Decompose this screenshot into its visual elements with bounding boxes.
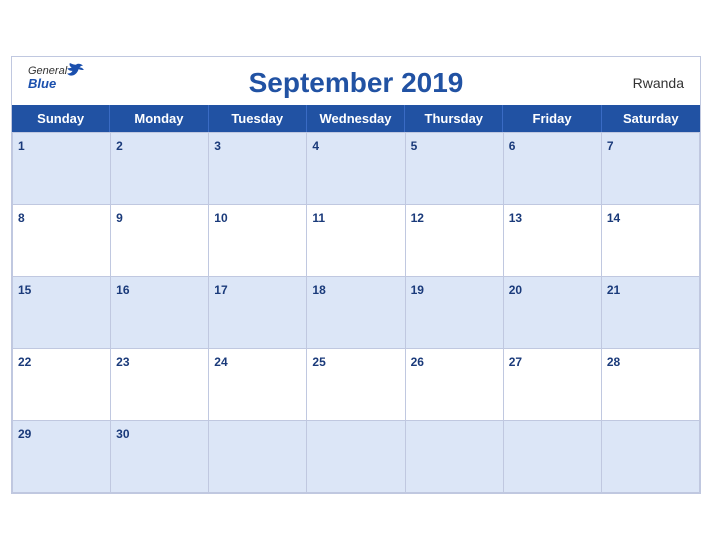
calendar-cell: 24 — [209, 349, 307, 421]
calendar: General Blue September 2019 Rwanda Sunda… — [11, 56, 701, 494]
calendar-cell: 7 — [602, 133, 700, 205]
calendar-cell: 16 — [111, 277, 209, 349]
day-header-friday: Friday — [503, 105, 601, 132]
cell-date-number: 26 — [411, 355, 424, 369]
calendar-cell: 21 — [602, 277, 700, 349]
calendar-grid: 1234567891011121314151617181920212223242… — [12, 132, 700, 493]
cell-date-number: 12 — [411, 211, 424, 225]
calendar-cell — [602, 421, 700, 493]
cell-date-number: 28 — [607, 355, 620, 369]
calendar-cell: 15 — [13, 277, 111, 349]
calendar-cell: 23 — [111, 349, 209, 421]
cell-date-number: 5 — [411, 139, 418, 153]
calendar-cell: 29 — [13, 421, 111, 493]
calendar-cell: 10 — [209, 205, 307, 277]
cell-date-number: 4 — [312, 139, 319, 153]
cell-date-number: 19 — [411, 283, 424, 297]
calendar-cell: 18 — [307, 277, 405, 349]
brand-bird-icon — [67, 63, 85, 77]
calendar-cell: 30 — [111, 421, 209, 493]
cell-date-number: 25 — [312, 355, 325, 369]
calendar-cell: 13 — [504, 205, 602, 277]
cell-date-number: 3 — [214, 139, 221, 153]
day-header-tuesday: Tuesday — [209, 105, 307, 132]
calendar-cell: 8 — [13, 205, 111, 277]
cell-date-number: 21 — [607, 283, 620, 297]
calendar-cell: 25 — [307, 349, 405, 421]
cell-date-number: 7 — [607, 139, 614, 153]
calendar-cell: 20 — [504, 277, 602, 349]
day-header-thursday: Thursday — [405, 105, 503, 132]
calendar-cell — [504, 421, 602, 493]
brand-logo: General Blue — [28, 65, 85, 91]
calendar-cell: 28 — [602, 349, 700, 421]
cell-date-number: 18 — [312, 283, 325, 297]
calendar-cell: 12 — [406, 205, 504, 277]
cell-date-number: 2 — [116, 139, 123, 153]
calendar-cell: 1 — [13, 133, 111, 205]
cell-date-number: 8 — [18, 211, 25, 225]
calendar-cell: 14 — [602, 205, 700, 277]
calendar-cell: 17 — [209, 277, 307, 349]
day-header-saturday: Saturday — [602, 105, 700, 132]
calendar-cell: 9 — [111, 205, 209, 277]
cell-date-number: 23 — [116, 355, 129, 369]
calendar-cell: 19 — [406, 277, 504, 349]
day-header-wednesday: Wednesday — [307, 105, 405, 132]
cell-date-number: 27 — [509, 355, 522, 369]
calendar-cell: 11 — [307, 205, 405, 277]
cell-date-number: 30 — [116, 427, 129, 441]
cell-date-number: 13 — [509, 211, 522, 225]
calendar-cell: 2 — [111, 133, 209, 205]
day-header-monday: Monday — [110, 105, 208, 132]
calendar-cell: 4 — [307, 133, 405, 205]
calendar-cell: 5 — [406, 133, 504, 205]
calendar-header: General Blue September 2019 Rwanda — [12, 57, 700, 105]
cell-date-number: 11 — [312, 211, 325, 225]
calendar-cell — [406, 421, 504, 493]
cell-date-number: 9 — [116, 211, 123, 225]
cell-date-number: 1 — [18, 139, 25, 153]
country-label: Rwanda — [633, 75, 684, 91]
calendar-cell — [209, 421, 307, 493]
calendar-cell — [307, 421, 405, 493]
calendar-cell: 6 — [504, 133, 602, 205]
days-header: SundayMondayTuesdayWednesdayThursdayFrid… — [12, 105, 700, 132]
cell-date-number: 22 — [18, 355, 31, 369]
calendar-cell: 26 — [406, 349, 504, 421]
calendar-cell: 3 — [209, 133, 307, 205]
cell-date-number: 15 — [18, 283, 31, 297]
cell-date-number: 16 — [116, 283, 129, 297]
cell-date-number: 20 — [509, 283, 522, 297]
cell-date-number: 29 — [18, 427, 31, 441]
day-header-sunday: Sunday — [12, 105, 110, 132]
brand-blue-text: Blue — [28, 77, 67, 91]
cell-date-number: 24 — [214, 355, 227, 369]
cell-date-number: 10 — [214, 211, 227, 225]
calendar-title: September 2019 — [249, 67, 464, 99]
calendar-cell: 22 — [13, 349, 111, 421]
cell-date-number: 6 — [509, 139, 516, 153]
cell-date-number: 17 — [214, 283, 227, 297]
cell-date-number: 14 — [607, 211, 620, 225]
calendar-cell: 27 — [504, 349, 602, 421]
